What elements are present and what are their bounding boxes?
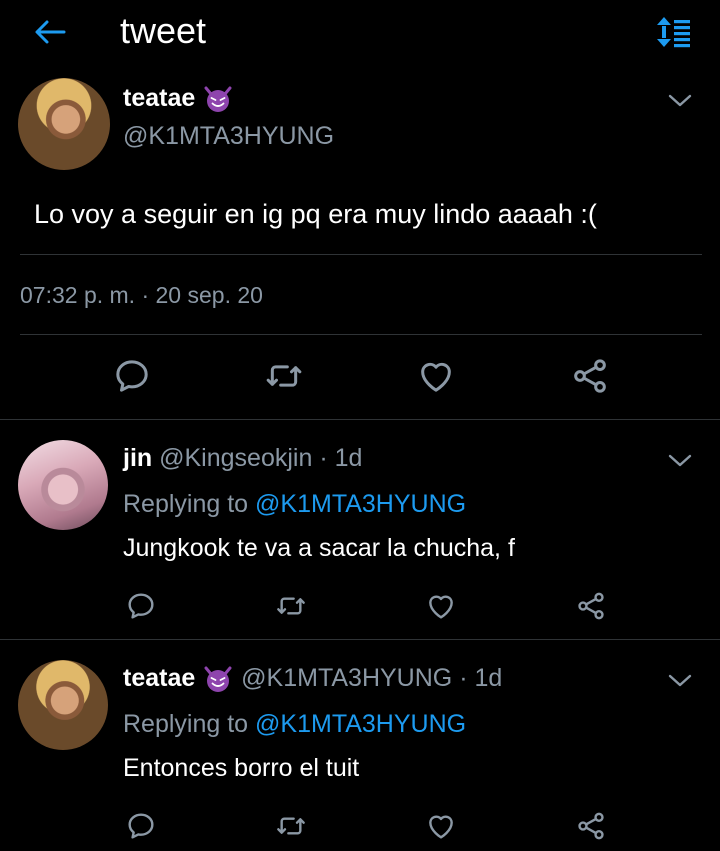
avatar[interactable] [18,78,110,170]
divider [20,254,702,255]
author-name[interactable]: teatae [123,84,234,113]
reply-header: jin @Kingseokjin · 1d [123,444,362,473]
reply-icon[interactable] [110,356,154,396]
chevron-down-icon[interactable] [665,90,695,110]
retweet-icon[interactable] [274,590,308,622]
main-tweet: teatae @K1MTA3HYUNG Lo voy a seguir en i… [0,66,720,420]
tweet-age: · 1d [319,444,363,472]
retweet-icon[interactable] [274,810,308,842]
share-icon[interactable] [574,810,608,842]
replying-label: Replying to [123,710,249,738]
share-icon[interactable] [568,356,612,396]
reply-icon[interactable] [124,590,158,622]
arrow-left-icon[interactable] [30,14,70,50]
tweet-text: Lo voy a seguir en ig pq era muy lindo a… [34,199,597,229]
replying-to: Replying to @K1MTA3HYUNG [123,490,466,519]
sort-icon[interactable] [652,12,696,52]
top-app-bar: tweet [0,0,720,66]
author-handle[interactable]: @Kingseokjin [159,444,312,472]
avatar[interactable] [18,440,108,530]
share-icon[interactable] [574,590,608,622]
replying-handle-link[interactable]: @K1MTA3HYUNG [255,490,466,518]
tweet-age: · 1d [459,664,503,692]
replying-to: Replying to @K1MTA3HYUNG [123,710,466,739]
page-title: tweet [120,10,207,51]
chevron-down-icon[interactable] [665,670,695,690]
heart-icon[interactable] [424,590,458,622]
author-name[interactable]: teatae [123,664,195,692]
heart-icon[interactable] [424,810,458,842]
author-handle[interactable]: @K1MTA3HYUNG [123,122,334,151]
reply-header: teatae @K1MTA3HYUNG · 1d [123,664,502,693]
reply-icon[interactable] [124,810,158,842]
chevron-down-icon[interactable] [665,450,695,470]
smiling-devil-emoji [202,665,234,693]
smiling-devil-emoji [202,85,234,113]
reply-tweet[interactable]: jin @Kingseokjin · 1d Replying to @K1MTA… [0,420,720,640]
replying-handle-link[interactable]: @K1MTA3HYUNG [255,710,466,738]
replying-label: Replying to [123,490,249,518]
divider [20,334,702,335]
author-name[interactable]: jin [123,444,152,472]
avatar[interactable] [18,660,108,750]
tweet-text: Entonces borro el tuit [123,754,360,782]
author-name-text: teatae [123,84,196,112]
tweet-timestamp[interactable]: 07:32 p. m. · 20 sep. 20 [20,282,263,309]
author-handle[interactable]: @K1MTA3HYUNG [241,664,452,692]
reply-tweet[interactable]: teatae @K1MTA3HYUNG · 1d Replying to @K1… [0,640,720,851]
heart-icon[interactable] [414,356,458,396]
retweet-icon[interactable] [262,356,306,396]
tweet-text: Jungkook te va a sacar la chucha, f [123,534,515,562]
